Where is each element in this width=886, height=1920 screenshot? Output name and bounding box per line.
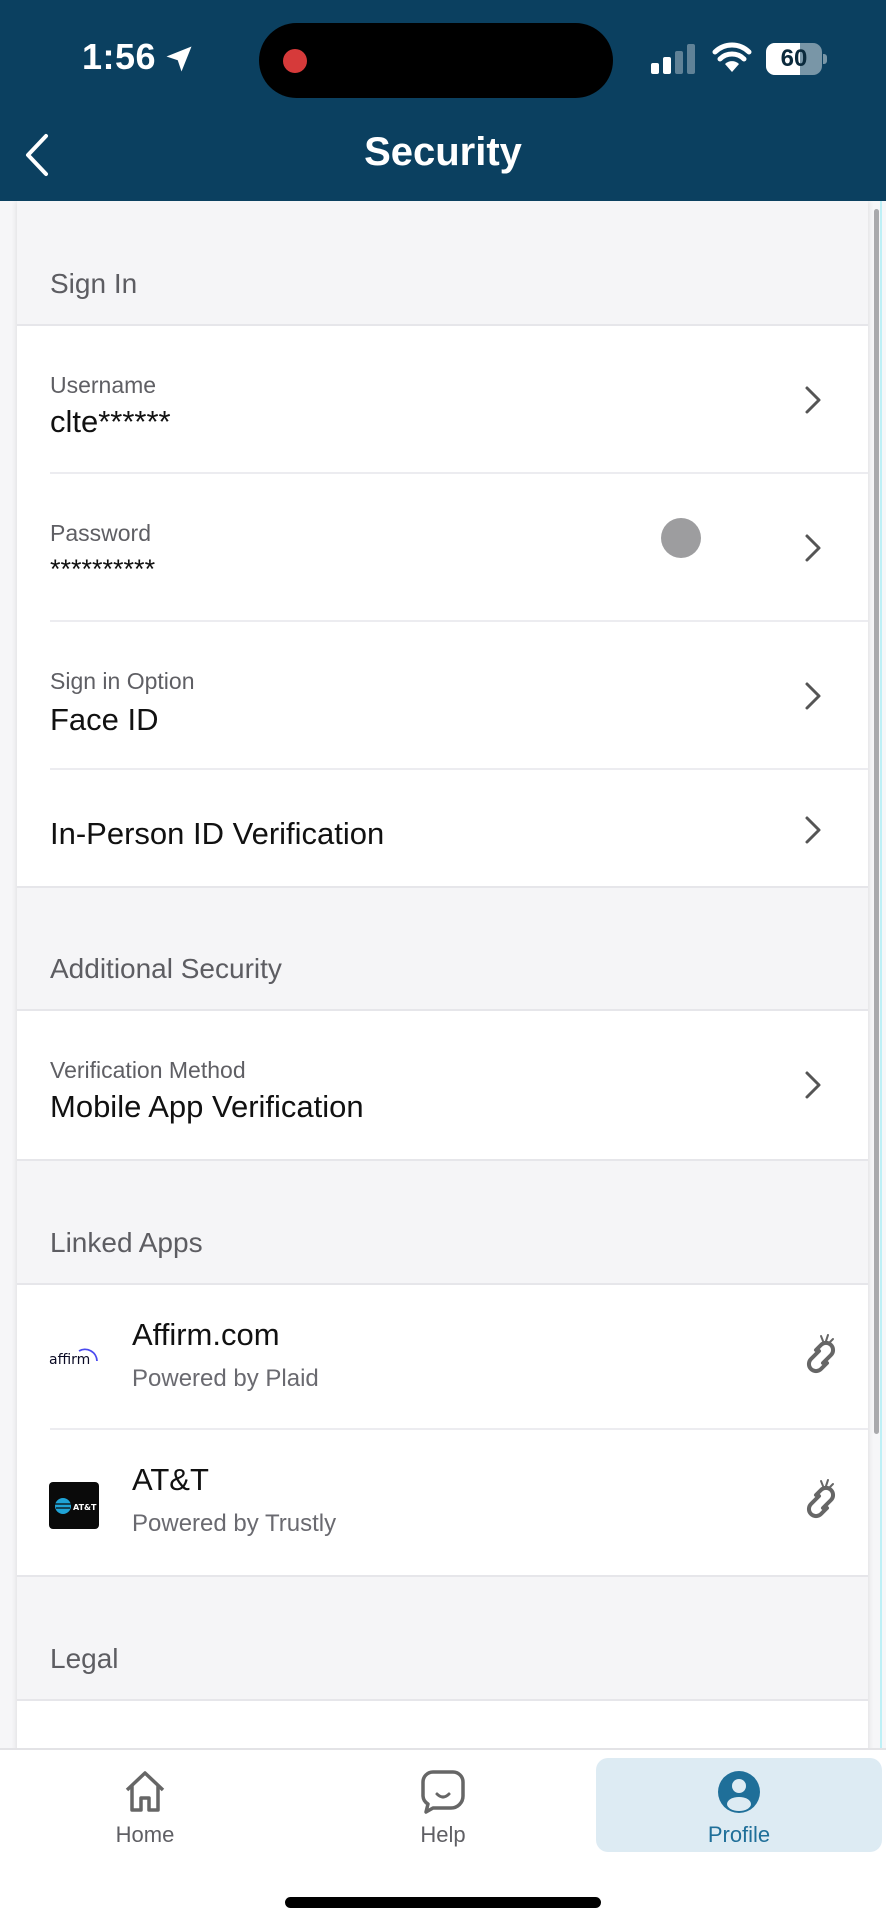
password-label: Password <box>50 520 151 546</box>
in-person-id-verification-row[interactable]: In-Person ID Verification <box>17 770 868 886</box>
chat-bubble-icon <box>421 1770 465 1814</box>
tab-help[interactable]: Help <box>338 1758 548 1852</box>
linked-app-row-att[interactable]: AT&T AT&T Powered by Trustly <box>17 1430 868 1575</box>
settings-card: Sign In Username clte****** Password ***… <box>17 201 879 1748</box>
section-title: Legal <box>50 1643 119 1674</box>
recording-indicator-icon <box>283 49 307 73</box>
unlink-icon[interactable] <box>797 1331 847 1381</box>
bottom-tab-bar: Home Help Profile <box>0 1748 886 1920</box>
dynamic-island <box>259 23 613 98</box>
wifi-icon <box>712 42 752 72</box>
chevron-right-icon <box>805 816 821 844</box>
section-title: Additional Security <box>50 953 282 984</box>
location-arrow-icon <box>166 46 192 72</box>
home-indicator[interactable] <box>285 1897 601 1908</box>
home-icon <box>125 1771 165 1812</box>
linked-app-powered-by: Powered by Plaid <box>132 1365 319 1392</box>
att-logo-icon: AT&T <box>49 1482 99 1529</box>
section-header-sign-in: Sign In <box>17 201 868 326</box>
password-row[interactable]: Password ********** <box>17 474 868 622</box>
linked-app-name: AT&T <box>132 1462 209 1497</box>
section-title: Sign In <box>50 268 138 299</box>
verification-method-value: Mobile App Verification <box>50 1089 364 1124</box>
chevron-right-icon <box>805 386 821 414</box>
battery-percent: 60 <box>780 45 808 72</box>
touch-indicator <box>661 518 701 558</box>
unlink-icon[interactable] <box>797 1476 847 1526</box>
linked-app-name: Affirm.com <box>132 1317 280 1352</box>
app-header: 1:56 60 Security <box>0 0 886 201</box>
chevron-right-icon <box>805 534 821 562</box>
tab-label: Profile <box>707 1822 771 1847</box>
legal-row-partial[interactable] <box>17 1701 868 1748</box>
battery-icon: 60 <box>766 43 828 75</box>
svg-text:AT&T: AT&T <box>73 1503 97 1512</box>
username-value: clte****** <box>50 404 171 439</box>
in-person-id-verification-label: In-Person ID Verification <box>50 816 385 851</box>
section-title: Linked Apps <box>50 1227 203 1258</box>
sign-in-option-value: Face ID <box>50 702 159 737</box>
verification-method-label: Verification Method <box>50 1057 246 1083</box>
chevron-right-icon <box>805 1071 821 1099</box>
section-header-linked-apps: Linked Apps <box>17 1159 868 1285</box>
password-value: ********** <box>50 554 156 584</box>
section-header-legal: Legal <box>17 1575 868 1701</box>
verification-method-row[interactable]: Verification Method Mobile App Verificat… <box>17 1011 868 1159</box>
sign-in-option-row[interactable]: Sign in Option Face ID <box>17 622 868 770</box>
settings-scroll-area[interactable]: Sign In Username clte****** Password ***… <box>0 201 886 1748</box>
status-time: 1:56 <box>82 36 157 77</box>
username-label: Username <box>50 372 157 398</box>
tab-label: Help <box>420 1822 466 1847</box>
tab-home[interactable]: Home <box>40 1758 250 1852</box>
scrollbar[interactable] <box>874 209 879 1434</box>
section-header-additional-security: Additional Security <box>17 886 868 1011</box>
svg-text:affirm: affirm <box>49 1352 90 1368</box>
page-title: Security <box>364 130 522 174</box>
tab-profile[interactable]: Profile <box>596 1758 882 1852</box>
cellular-signal-icon <box>651 44 695 74</box>
linked-app-powered-by: Powered by Trustly <box>132 1510 337 1537</box>
username-row[interactable]: Username clte****** <box>17 326 868 474</box>
tab-label: Home <box>115 1822 175 1847</box>
profile-icon <box>718 1771 760 1813</box>
linked-app-row-affirm[interactable]: affirm Affirm.com Powered by Plaid <box>17 1285 868 1430</box>
sign-in-option-label: Sign in Option <box>50 668 195 694</box>
affirm-logo-icon: affirm <box>49 1348 98 1368</box>
chevron-right-icon <box>805 682 821 710</box>
